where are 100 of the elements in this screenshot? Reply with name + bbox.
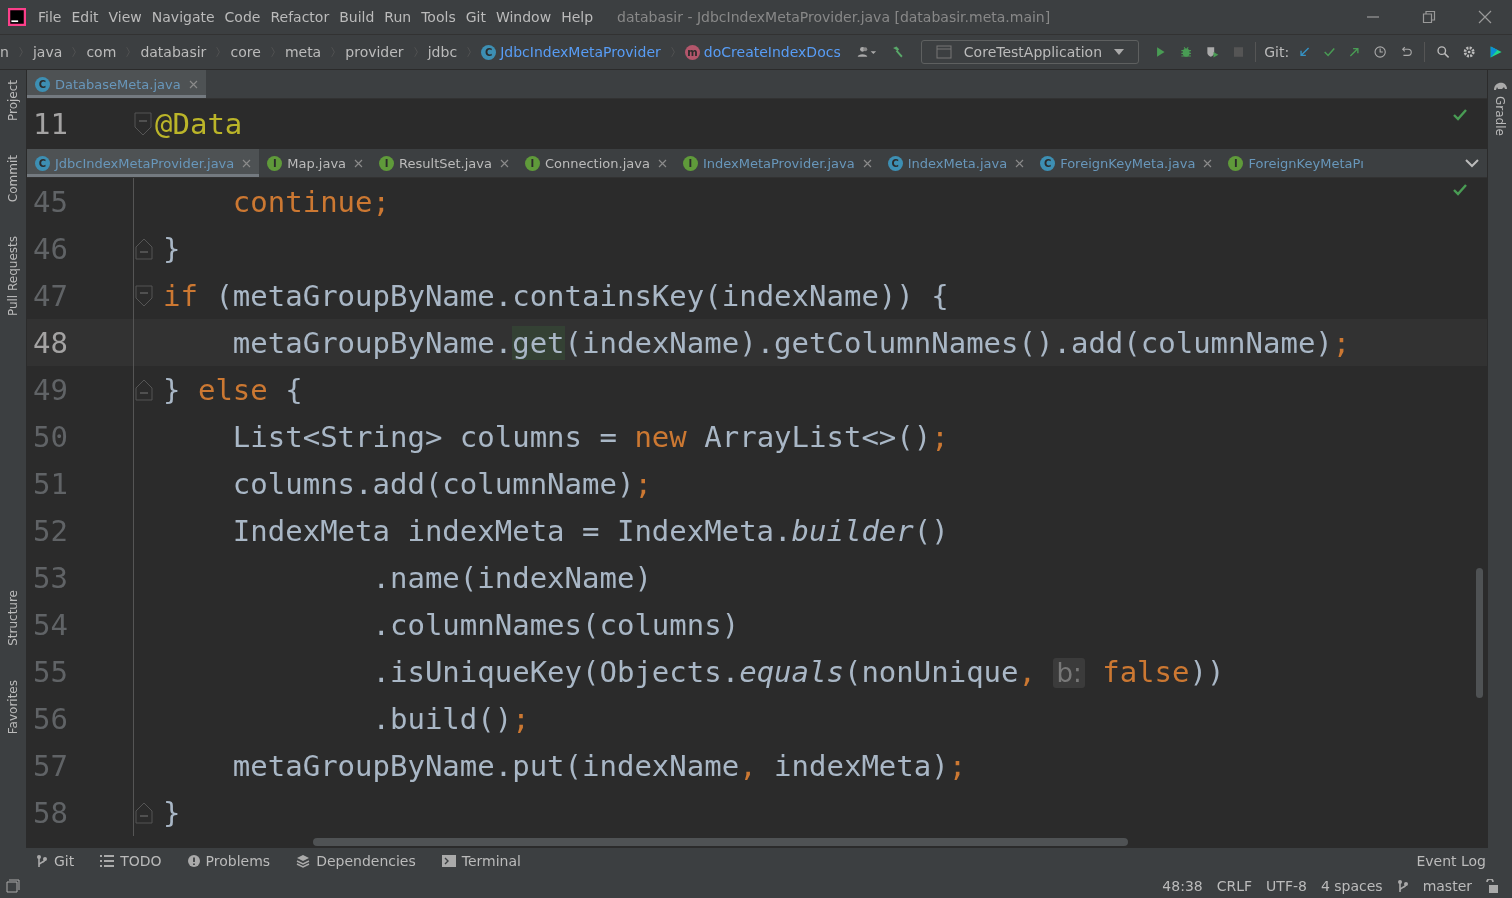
close-icon[interactable] — [188, 79, 198, 89]
breadcrumb-item[interactable]: JdbcIndexMetaProvider — [500, 44, 661, 60]
lock-icon[interactable] — [1486, 879, 1498, 893]
code-line: metaGroupByName.get(indexName).getColumnNames().add(columnName); — [231, 325, 1351, 360]
line-number: 46 — [32, 231, 69, 266]
code-line: .build(); — [371, 701, 530, 736]
file-encoding[interactable]: UTF-8 — [1266, 878, 1307, 894]
line-number: 51 — [32, 466, 69, 501]
line-number: 50 — [32, 419, 69, 454]
line-number: 58 — [32, 795, 69, 830]
menu-item[interactable]: Refactor — [270, 9, 330, 25]
menu-item[interactable]: File — [38, 9, 62, 25]
tool-window-button[interactable]: Favorites — [6, 680, 20, 735]
code-line: IndexMeta indexMeta = IndexMeta.builder() — [231, 513, 949, 548]
fold-marker-icon[interactable] — [134, 283, 154, 308]
chevron-down-icon[interactable] — [1465, 158, 1479, 168]
breadcrumb-item[interactable]: provider — [345, 44, 404, 60]
tool-window-button[interactable]: TODO — [100, 853, 162, 869]
line-number: 55 — [32, 654, 69, 689]
line-separator[interactable]: CRLF — [1216, 878, 1253, 894]
line-number: 57 — [32, 748, 69, 783]
git-branch[interactable]: master — [1422, 878, 1472, 894]
breadcrumb-item[interactable]: databasir — [140, 44, 207, 60]
menu-item[interactable]: Navigate — [151, 9, 215, 25]
code-line: continue; — [231, 184, 390, 219]
fold-marker-icon[interactable] — [134, 377, 154, 402]
breadcrumb-item[interactable]: java — [32, 44, 63, 60]
editor-tab[interactable]: C ForeignKeyMeta.java — [1032, 149, 1221, 177]
window-layout-icon[interactable] — [6, 879, 20, 893]
breadcrumb-item[interactable]: doCreateIndexDocs — [703, 44, 841, 60]
breadcrumb-item[interactable]: com — [86, 44, 117, 60]
branch-icon — [36, 854, 48, 868]
editor-tab[interactable]: I IndexMetaProvider.java — [674, 149, 880, 177]
run-configuration-dropdown[interactable]: CoreTestApplication — [920, 40, 1140, 64]
editor-tab[interactable]: C DatabaseMeta.java — [27, 70, 206, 98]
code-line: if (metaGroupByName.containsKey(indexName)) { — [163, 278, 949, 313]
code-line: .name(indexName) — [371, 560, 652, 595]
code-line: } — [163, 795, 181, 830]
fold-marker-icon[interactable] — [134, 236, 154, 261]
breadcrumb-item[interactable]: meta — [284, 44, 322, 60]
checkmark-icon — [1453, 184, 1467, 196]
editor-tab[interactable]: I ResultSet.java — [371, 149, 517, 177]
close-icon[interactable] — [1478, 10, 1492, 24]
caret-position[interactable]: 48:38 — [1162, 878, 1203, 894]
tool-window-button[interactable]: Gradle — [1493, 96, 1507, 136]
tool-window-button[interactable]: Git — [36, 853, 75, 869]
tool-window-button[interactable]: Commit — [6, 155, 20, 203]
menu-item[interactable]: Code — [224, 9, 261, 25]
menu-item[interactable]: Window — [495, 9, 552, 25]
editor-tab[interactable]: I ForeignKeyMetaPı — [1220, 149, 1372, 177]
tool-window-button[interactable]: Structure — [6, 590, 20, 647]
menu-item[interactable]: View — [108, 9, 142, 25]
breadcrumb-item[interactable]: core — [230, 44, 261, 60]
close-icon[interactable] — [354, 158, 364, 168]
line-number: 53 — [32, 560, 69, 595]
menu-item[interactable]: Tools — [421, 9, 456, 25]
line-number: 48 — [32, 325, 69, 360]
menu-item[interactable]: Edit — [71, 9, 99, 25]
code-line: } — [163, 231, 181, 266]
menu-item[interactable]: Build — [339, 9, 375, 25]
breadcrumb-item[interactable]: jdbc — [427, 44, 458, 60]
breadcrumb-item[interactable]: n — [0, 44, 9, 60]
fold-marker-icon[interactable] — [134, 800, 154, 825]
tool-window-button[interactable]: Terminal — [441, 853, 521, 869]
close-icon[interactable] — [1203, 158, 1213, 168]
tool-window-button[interactable]: Pull Requests — [6, 236, 20, 317]
close-icon[interactable] — [1015, 158, 1025, 168]
editor-tab[interactable]: C JdbcIndexMetaProvider.java — [27, 149, 260, 177]
editor-tab[interactable]: I Connection.java — [516, 149, 675, 177]
code-element-icon: m — [684, 44, 700, 60]
fold-marker-icon[interactable] — [133, 111, 153, 137]
event-log-button[interactable]: Event Log — [1416, 853, 1486, 869]
horizontal-scrollbar[interactable] — [313, 838, 1128, 846]
code-line: @Data — [155, 107, 243, 141]
line-number: 54 — [32, 607, 69, 642]
close-icon[interactable] — [499, 158, 509, 168]
tool-window-button[interactable]: Project — [6, 80, 20, 122]
tool-window-button[interactable]: Dependencies — [296, 853, 416, 869]
tool-window-button[interactable]: Problems — [187, 853, 271, 869]
search-icon[interactable] — [1437, 43, 1450, 61]
line-number: 56 — [32, 701, 69, 736]
vertical-scrollbar[interactable] — [1476, 568, 1483, 698]
app-logo-icon — [8, 8, 26, 26]
layers-icon — [296, 854, 311, 868]
close-icon[interactable] — [862, 158, 872, 168]
restore-icon[interactable] — [1422, 10, 1436, 24]
menu-item[interactable]: Git — [465, 9, 486, 25]
close-icon[interactable] — [242, 158, 252, 168]
menu-item[interactable]: Run — [384, 9, 412, 25]
editor-tab[interactable]: I Map.java — [259, 149, 372, 177]
indent-setting[interactable]: 4 spaces — [1320, 878, 1383, 894]
menu-item[interactable]: Help — [561, 9, 594, 25]
line-number: 11 — [32, 107, 69, 141]
clock-icon[interactable] — [1373, 43, 1387, 61]
editor-tab[interactable]: C IndexMeta.java — [879, 149, 1033, 177]
close-icon[interactable] — [657, 158, 667, 168]
line-number: 49 — [32, 372, 69, 407]
window-title: databasir - JdbcIndexMetaProvider.java [databasir.meta.main] — [617, 9, 1051, 25]
line-number: 45 — [32, 184, 69, 219]
line-number: 47 — [32, 278, 69, 313]
